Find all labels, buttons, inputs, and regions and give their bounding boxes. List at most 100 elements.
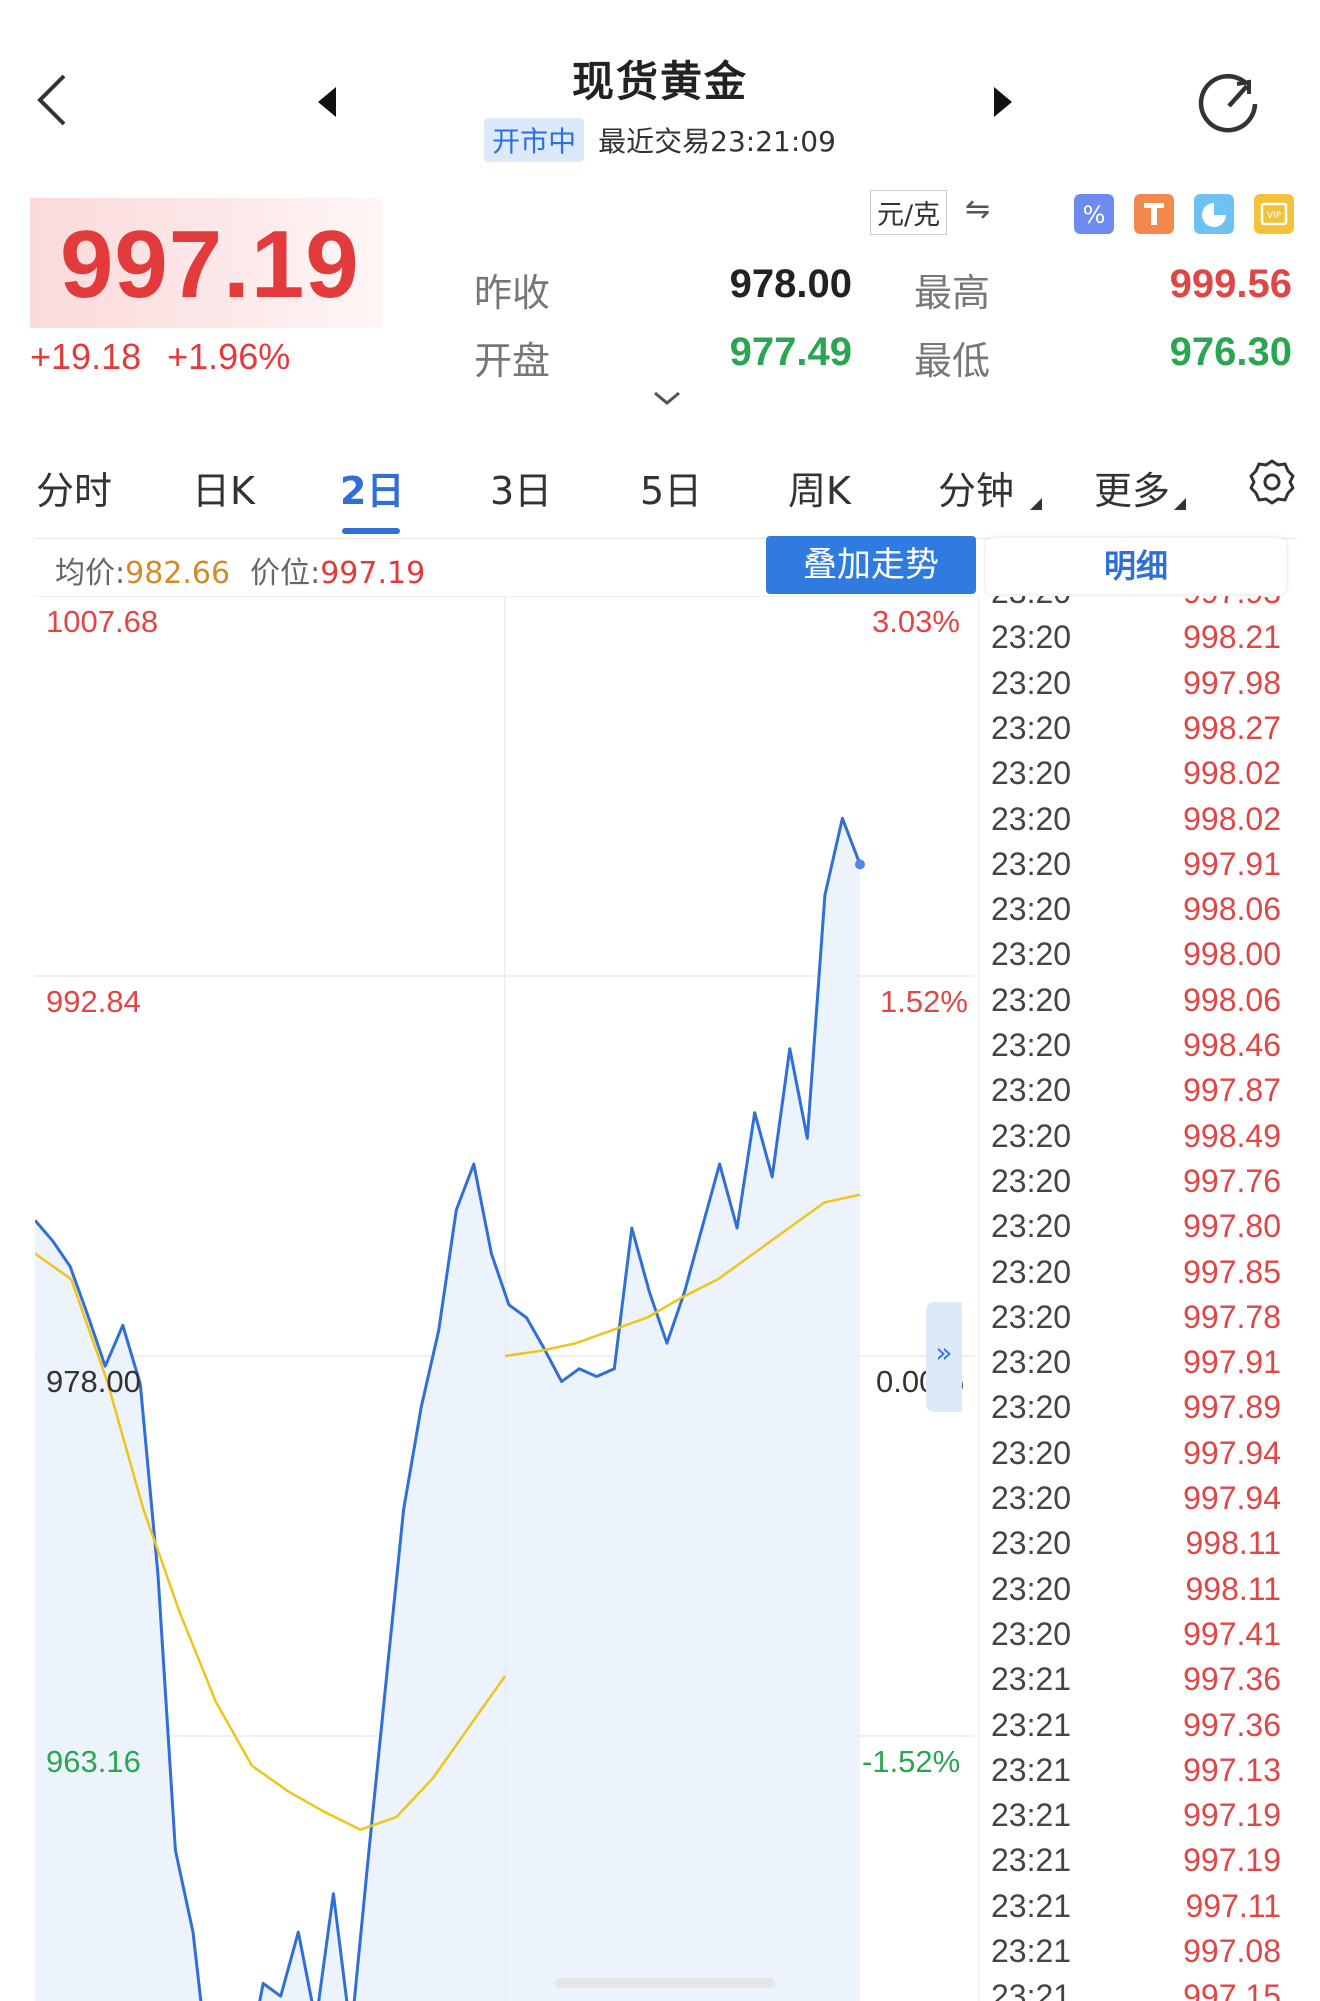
trade-row: 23:20 998.06	[979, 891, 1294, 936]
market-status-row: 开市中 最近交易23:21:09	[0, 118, 1320, 162]
trade-time: 23:20	[991, 596, 1071, 611]
trade-price: 997.85	[1183, 1253, 1281, 1290]
percent-tool-icon[interactable]: %	[1074, 194, 1114, 234]
last-price-point	[855, 859, 865, 870]
trade-row: 23:20 997.85	[979, 1254, 1294, 1299]
trade-time: 23:20	[991, 1525, 1072, 1562]
trade-price: 997.78	[1183, 1298, 1281, 1335]
svg-text:%: %	[1083, 201, 1106, 229]
trade-detail-list[interactable]: 23:20 997.93 23:20 998.21 23:20 997.98 23:20 99…	[978, 596, 1294, 2001]
trade-price: 997.76	[1183, 1162, 1281, 1199]
trade-row: 23:21 997.13	[979, 1752, 1294, 1797]
tab-3-day[interactable]: 3日	[490, 460, 552, 515]
trade-row: 23:21 997.36	[979, 1661, 1294, 1706]
trade-price: 997.11	[1185, 1887, 1282, 1924]
trade-time: 23:21	[991, 1842, 1072, 1879]
high-label: 最高	[914, 271, 991, 315]
trade-row: 23:21 997.19	[979, 1797, 1294, 1842]
trade-price: 998.49	[1183, 1117, 1281, 1154]
trade-price: 997.15	[1183, 1978, 1281, 2001]
trade-row: 23:20 997.76	[979, 1163, 1294, 1208]
next-instrument-icon[interactable]	[990, 85, 1014, 119]
trade-price: 997.98	[1183, 664, 1281, 701]
svg-text:VIP: VIP	[1267, 211, 1282, 221]
trade-time: 23:20	[991, 709, 1072, 746]
avg-label: 均价:	[55, 556, 126, 591]
refresh-icon[interactable]	[1195, 70, 1265, 136]
price-label: 价位:	[250, 556, 321, 591]
trade-row: 23:20 998.02	[979, 801, 1294, 846]
trade-time: 23:20	[991, 1117, 1072, 1154]
trade-row: 23:20 997.78	[979, 1299, 1294, 1344]
trade-time: 23:20	[991, 1480, 1072, 1516]
vip-icon[interactable]: VIP	[1254, 194, 1294, 234]
home-indicator	[555, 1978, 775, 1988]
low-label: 最低	[914, 339, 991, 383]
y-tick-right-0: 3.03%	[872, 604, 960, 639]
overlay-trend-button[interactable]: 叠加走势	[766, 536, 976, 594]
prev-close-label: 昨收	[474, 271, 551, 315]
open-label: 开盘	[474, 339, 551, 383]
trade-price: 998.11	[1185, 1525, 1282, 1562]
trade-row: 23:20 997.41	[979, 1616, 1294, 1661]
detail-tab[interactable]: 明细	[986, 538, 1286, 594]
trade-price: 997.91	[1183, 845, 1281, 882]
last-trade-time: 最近交易23:21:09	[598, 125, 836, 158]
current-price: 997.19	[60, 211, 360, 318]
change-amount: +19.18	[30, 336, 142, 377]
settings-gear-icon[interactable]	[1248, 458, 1296, 506]
trade-price: 997.36	[1183, 1706, 1281, 1743]
trade-price: 997.93	[1183, 596, 1281, 611]
trade-time: 23:20	[991, 1344, 1072, 1381]
prev-close-value: 978.00	[729, 262, 852, 306]
trade-price: 998.02	[1183, 755, 1281, 792]
avg-price-row: 均价:982.66 价位:997.19	[55, 548, 425, 592]
trade-time: 23:21	[991, 1933, 1072, 1969]
y-tick-right-3: -1.52%	[862, 1744, 961, 1779]
pie-chart-icon[interactable]	[1194, 194, 1234, 234]
trade-row: 23:21 997.19	[979, 1842, 1294, 1887]
tab-2-day[interactable]: 2日	[340, 460, 404, 515]
trade-row: 23:20 997.91	[979, 846, 1294, 891]
trade-row: 23:20 998.02	[979, 755, 1294, 800]
change-percent: +1.96%	[167, 336, 291, 377]
expand-chevron-icon[interactable]	[652, 388, 682, 408]
collapse-panel-icon[interactable]: »	[926, 1302, 962, 1412]
tab-more[interactable]: 更多	[1094, 460, 1170, 515]
trade-price: 998.00	[1183, 936, 1281, 973]
trade-time: 23:21	[991, 1978, 1072, 2001]
trade-time: 23:20	[991, 664, 1072, 701]
period-tabs: 分时 日K 2日 3日 5日 周K 分钟 更多	[0, 450, 1320, 534]
tab-minute[interactable]: 分钟	[938, 460, 1014, 515]
trade-time: 23:20	[991, 1027, 1072, 1063]
trade-price: 997.89	[1183, 1389, 1281, 1426]
trade-time: 23:21	[991, 1797, 1072, 1834]
trade-row: 23:20 997.80	[979, 1208, 1294, 1253]
trade-price: 997.87	[1183, 1072, 1281, 1109]
trade-row: 23:20 998.11	[979, 1571, 1294, 1616]
trade-time: 23:20	[991, 1162, 1072, 1199]
trade-row: 23:20 998.06	[979, 982, 1294, 1027]
price-line-chart[interactable]	[35, 596, 975, 2001]
tab-daily-k[interactable]: 日K	[192, 460, 255, 515]
trade-time: 23:21	[991, 1751, 1072, 1788]
tool-t-icon[interactable]	[1134, 194, 1174, 234]
trade-time: 23:20	[991, 1434, 1072, 1471]
tab-intraday[interactable]: 分时	[36, 460, 112, 515]
trade-row: 23:20 997.94	[979, 1435, 1294, 1480]
trade-price: 997.41	[1183, 1615, 1281, 1652]
trade-time: 23:20	[991, 1389, 1072, 1426]
unit-selector[interactable]: 元/克	[870, 190, 948, 235]
market-open-badge: 开市中	[484, 118, 585, 162]
trade-row: 23:20 998.46	[979, 1027, 1294, 1072]
trade-time: 23:20	[991, 1253, 1072, 1290]
trade-time: 23:20	[991, 936, 1072, 973]
swap-unit-icon[interactable]: ⇋	[965, 192, 990, 227]
y-tick-left-2: 978.00	[46, 1364, 141, 1399]
tab-weekly-k[interactable]: 周K	[788, 460, 851, 515]
active-tab-indicator	[342, 528, 400, 534]
trade-time: 23:20	[991, 755, 1072, 792]
trade-time: 23:20	[991, 800, 1072, 837]
tab-5-day[interactable]: 5日	[640, 460, 702, 515]
trade-time: 23:20	[991, 1570, 1072, 1607]
